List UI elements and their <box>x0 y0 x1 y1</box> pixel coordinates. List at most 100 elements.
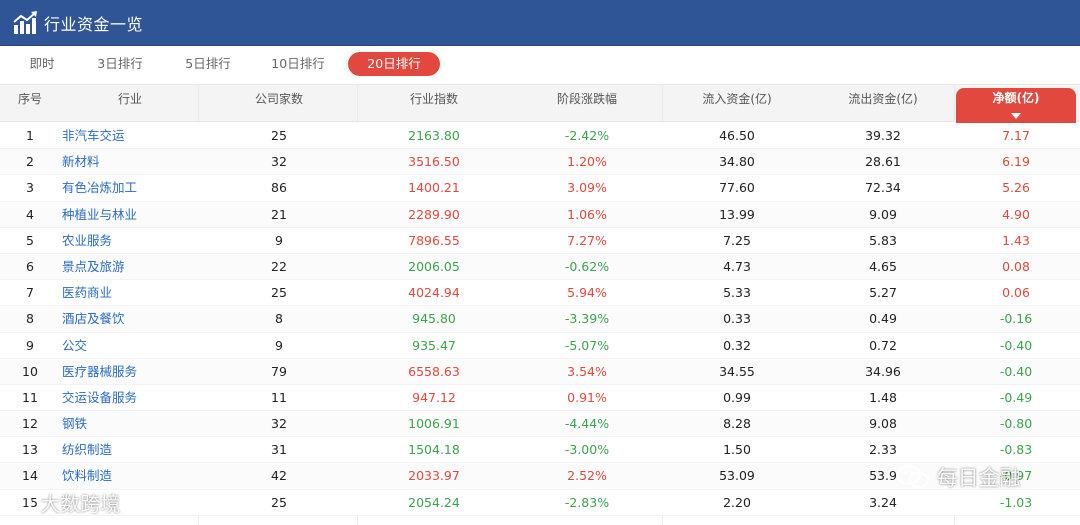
cell-net: 0.06 <box>1002 285 1030 301</box>
cell-inflow: 0.99 <box>723 389 751 405</box>
cell-net: -0.83 <box>999 442 1033 458</box>
table-row[interactable]: 4 种植业与林业 21 2289.90 1.06% 13.99 9.09 4.90 <box>0 201 1080 228</box>
table-row[interactable]: 2 新材料 32 3516.50 1.20% 34.80 28.61 6.19 <box>0 149 1080 176</box>
cell-companies: 86 <box>271 180 287 196</box>
cell-net: -0.16 <box>999 311 1033 327</box>
cell-inflow: 7.25 <box>723 232 751 248</box>
tab-3day[interactable]: 3日排行 <box>92 52 148 76</box>
cell-industry[interactable]: 种植业与林业 <box>62 202 198 228</box>
col-outflow[interactable]: 流出资金(亿) <box>810 85 956 123</box>
cell-change: -4.44% <box>564 416 610 432</box>
cell-inflow: 46.50 <box>719 128 755 143</box>
cell-change: -3.39% <box>564 311 610 327</box>
table-row[interactable]: 12 钢铁 32 1006.91 -4.44% 8.28 9.08 -0.80 <box>0 411 1080 438</box>
cell-companies: 21 <box>271 206 287 222</box>
table-row[interactable]: 13 纺织制造 31 1504.18 -3.00% 1.50 2.33 -0.83 <box>0 437 1080 464</box>
table-row[interactable]: 3 有色冶炼加工 86 1400.21 3.09% 77.60 72.34 5.26 <box>0 175 1080 202</box>
cell-net: 6.19 <box>1002 154 1030 170</box>
cell-inflow: 34.80 <box>719 154 755 170</box>
cell-net: -0.49 <box>999 389 1033 405</box>
cell-industry[interactable]: 农业服务 <box>62 228 198 254</box>
cell-net: 4.90 <box>1002 206 1030 222</box>
table-row[interactable]: 11 交运设备服务 11 947.12 0.91% 0.99 1.48 -0.49 <box>0 384 1080 412</box>
cell-companies: 25 <box>271 494 287 510</box>
cell-companies: 32 <box>271 416 287 432</box>
cell-industry[interactable]: 有色冶炼加工 <box>62 175 198 201</box>
cell-outflow: 34.96 <box>865 363 901 379</box>
cell-net: 5.26 <box>1002 180 1030 196</box>
cell-industry[interactable]: 医疗器械服务 <box>62 359 198 385</box>
cell-rank: 12 <box>22 416 38 432</box>
cell-industry[interactable]: 医药商业 <box>62 280 198 306</box>
ranking-tabs: 即时 3日排行 5日排行 10日排行 20日排行 <box>0 46 1080 84</box>
col-change[interactable]: 阶段涨跌幅 <box>510 85 664 123</box>
col-industry[interactable]: 行业 <box>60 85 200 123</box>
tab-20day[interactable]: 20日排行 <box>348 52 440 76</box>
cell-index: 2054.24 <box>408 494 460 510</box>
cell-industry[interactable]: 新材料 <box>62 149 198 175</box>
cell-change: -2.42% <box>564 128 610 143</box>
cell-rank: 7 <box>26 285 34 301</box>
watermark-logo-icon <box>4 492 34 519</box>
cell-rank: 10 <box>22 363 38 379</box>
cell-companies: 8 <box>275 311 283 327</box>
cell-industry[interactable]: 酒店及餐饮 <box>62 306 198 332</box>
table-row[interactable]: 6 景点及旅游 22 2006.05 -0.62% 4.73 4.65 0.08 <box>0 253 1080 281</box>
col-rank[interactable]: 序号 <box>0 85 60 123</box>
cell-industry[interactable]: 非汽车交运 <box>62 123 198 149</box>
cell-companies: 32 <box>271 154 287 170</box>
cell-rank: 14 <box>22 468 38 484</box>
cell-index: 4024.94 <box>408 285 460 301</box>
cell-outflow: 9.08 <box>869 416 897 432</box>
table-body: 1 非汽车交运 25 2163.80 -2.42% 46.50 39.32 7.17 2 新材料 3… <box>0 123 1080 516</box>
tab-realtime[interactable]: 即时 <box>22 52 62 76</box>
cell-index: 945.80 <box>412 311 456 327</box>
cell-index: 2163.80 <box>408 128 460 143</box>
watermark-right-text: 每日金融 <box>936 466 1021 490</box>
col-inflow[interactable]: 流入资金(亿) <box>664 85 810 123</box>
tab-10day[interactable]: 10日排行 <box>266 52 330 76</box>
cell-index: 2006.05 <box>408 258 460 274</box>
cell-rank: 4 <box>26 206 34 222</box>
cell-change: 1.06% <box>567 206 607 222</box>
page-title: 行业资金一览 <box>44 14 144 34</box>
panel-header: 行业资金一览 <box>0 0 1080 46</box>
cell-inflow: 53.09 <box>719 468 755 484</box>
cell-rank: 8 <box>26 311 34 327</box>
cell-inflow: 1.50 <box>723 442 751 458</box>
table-row[interactable]: 9 公交 9 935.47 -5.07% 0.32 0.72 -0.40 <box>0 332 1080 359</box>
col-companies[interactable]: 公司家数 <box>200 85 358 123</box>
cell-inflow: 77.60 <box>719 180 755 196</box>
cell-rank: 13 <box>22 442 38 458</box>
watermark-right: 每日金融 <box>896 462 1021 495</box>
table-header: 序号 行业 公司家数 行业指数 阶段涨跌幅 流入资金(亿) 流出资金(亿) 净额… <box>0 84 1080 125</box>
table-row[interactable]: 5 农业服务 9 7896.55 7.27% 7.25 5.83 1.43 <box>0 227 1080 254</box>
cell-rank: 11 <box>22 389 38 405</box>
cell-industry[interactable]: 钢铁 <box>62 411 198 437</box>
table-row[interactable]: 10 医疗器械服务 79 6558.63 3.54% 34.55 34.96 -0.40 <box>0 358 1080 385</box>
tab-5day[interactable]: 5日排行 <box>180 52 236 76</box>
cell-industry[interactable]: 交运设备服务 <box>62 385 198 411</box>
cell-industry[interactable]: 景点及旅游 <box>62 254 198 280</box>
cell-inflow: 0.32 <box>723 337 751 353</box>
cell-net: -0.80 <box>999 416 1033 432</box>
cell-index: 1400.21 <box>408 180 460 196</box>
table-row[interactable]: 7 医药商业 25 4024.94 5.94% 5.33 5.27 0.06 <box>0 280 1080 307</box>
watermark-left-text: 大数跨境 <box>40 492 121 516</box>
cell-rank: 9 <box>26 337 34 353</box>
sort-desc-icon <box>1011 113 1021 119</box>
cell-industry[interactable]: 公交 <box>62 333 198 359</box>
cell-companies: 42 <box>271 468 287 484</box>
cell-change: -0.62% <box>564 258 610 274</box>
cell-industry[interactable]: 纺织制造 <box>62 437 198 463</box>
table-row[interactable]: 8 酒店及餐饮 8 945.80 -3.39% 0.33 0.49 -0.16 <box>0 306 1080 333</box>
cell-change: 5.94% <box>567 285 607 301</box>
cell-companies: 31 <box>271 442 287 458</box>
col-index[interactable]: 行业指数 <box>358 85 510 123</box>
cell-index: 6558.63 <box>408 363 460 379</box>
cell-rank: 2 <box>26 154 34 170</box>
col-net[interactable]: 净额(亿) <box>956 88 1076 125</box>
cell-industry[interactable]: 饮料制造 <box>62 463 198 489</box>
table-row[interactable]: 1 非汽车交运 25 2163.80 -2.42% 46.50 39.32 7.17 <box>0 123 1080 150</box>
cell-outflow: 9.09 <box>869 206 897 222</box>
